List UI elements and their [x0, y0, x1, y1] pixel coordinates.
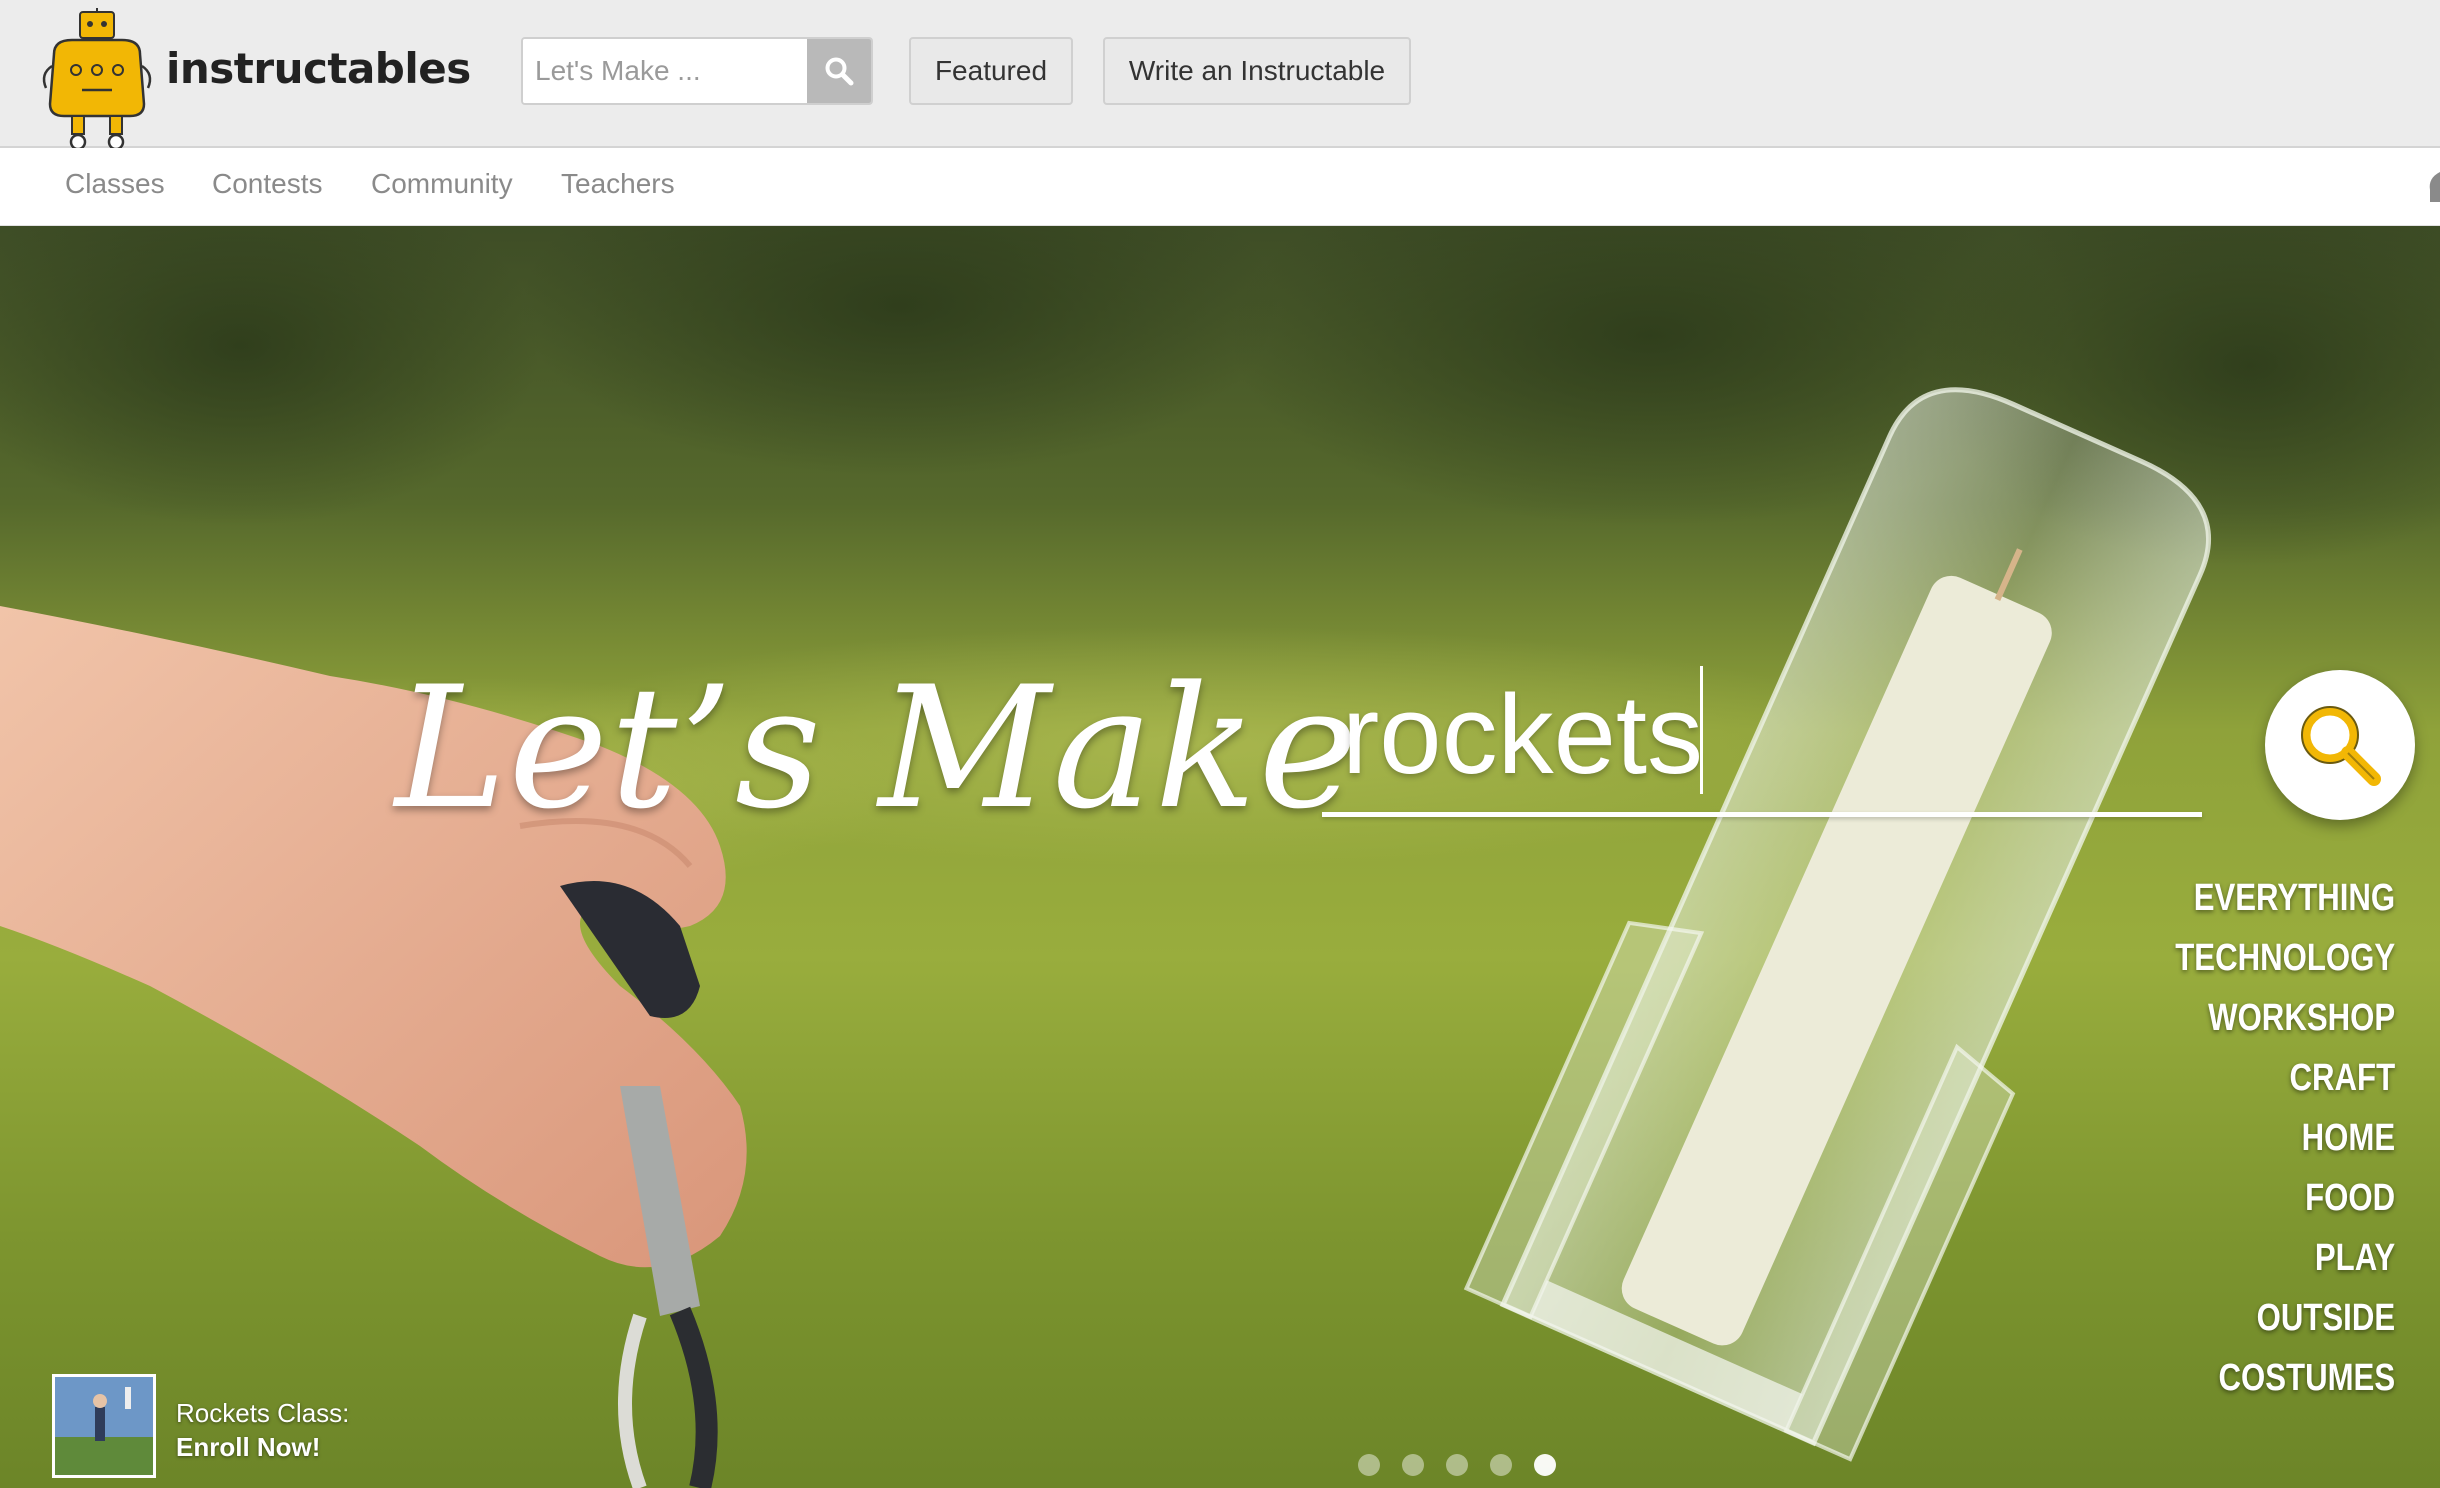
nav-teachers[interactable]: Teachers [561, 168, 675, 200]
carousel-dot[interactable] [1402, 1454, 1424, 1476]
category-costumes[interactable]: COSTUMES [2175, 1348, 2395, 1408]
site-header: instructables Featured Write an Instruct… [0, 0, 2440, 151]
write-instructable-button[interactable]: Write an Instructable [1103, 37, 1411, 105]
magnifier-icon [2301, 706, 2381, 786]
featured-button[interactable]: Featured [909, 37, 1073, 105]
nav-community[interactable]: Community [371, 168, 513, 200]
category-list: EVERYTHING TECHNOLOGY WORKSHOP CRAFT HOM… [2127, 868, 2395, 1408]
user-menu-icon[interactable] [2426, 172, 2440, 202]
logo-wordmark[interactable]: instructables [166, 44, 471, 93]
promo-cta: Enroll Now! [176, 1432, 321, 1462]
header-search-input[interactable] [523, 39, 808, 103]
hero-search-query[interactable]: rockets [1342, 670, 1703, 799]
secondary-nav: Classes Contests Community Teachers [0, 148, 2440, 226]
search-icon [825, 57, 854, 86]
category-craft[interactable]: CRAFT [2175, 1048, 2395, 1108]
promo-thumbnail [52, 1374, 156, 1478]
nav-contests[interactable]: Contests [212, 168, 323, 200]
hero-search-underline [1322, 812, 2202, 817]
robot-logo-icon[interactable] [38, 8, 156, 152]
category-food[interactable]: FOOD [2175, 1168, 2395, 1228]
text-cursor [1700, 666, 1703, 794]
hero-search-button[interactable] [2265, 670, 2415, 820]
carousel-dot[interactable] [1446, 1454, 1468, 1476]
category-everything[interactable]: EVERYTHING [2175, 868, 2395, 928]
hero-headline: Let’s Make [395, 650, 1360, 846]
carousel-dot[interactable] [1490, 1454, 1512, 1476]
carousel-dot[interactable] [1534, 1454, 1556, 1476]
header-search [521, 37, 873, 105]
rockets-class-promo[interactable]: Rockets Class: Enroll Now! [52, 1374, 452, 1478]
promo-title: Rockets Class: [176, 1398, 350, 1428]
hero-banner: Let’s Make rockets EVERYTHING TECHNOLOGY… [0, 226, 2440, 1488]
category-outside[interactable]: OUTSIDE [2175, 1288, 2395, 1348]
carousel-dot[interactable] [1358, 1454, 1380, 1476]
category-workshop[interactable]: WORKSHOP [2175, 988, 2395, 1048]
hero-background-image [0, 226, 2440, 1488]
category-home[interactable]: HOME [2175, 1108, 2395, 1168]
category-technology[interactable]: TECHNOLOGY [2175, 928, 2395, 988]
category-play[interactable]: PLAY [2175, 1228, 2395, 1288]
header-search-button[interactable] [807, 39, 871, 103]
nav-classes[interactable]: Classes [65, 168, 165, 200]
